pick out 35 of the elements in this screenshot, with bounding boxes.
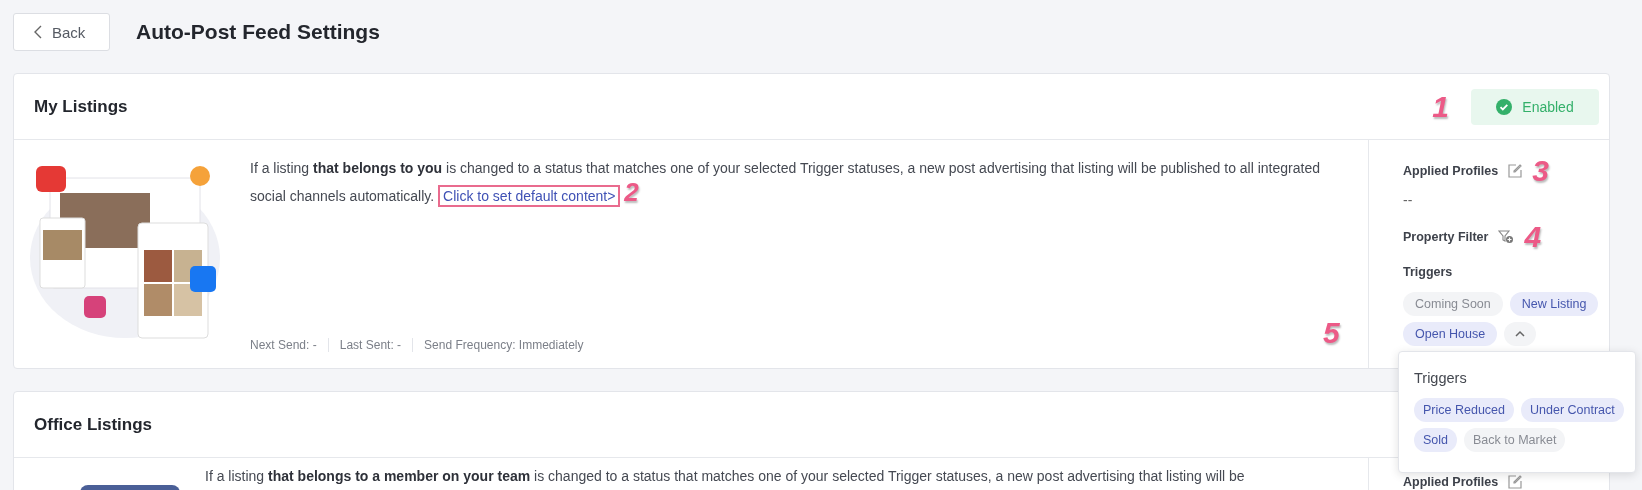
description-text: If a listing that belongs to a member on your team is changed to a status that matches one of your selected Trigger statuses, a new post advertising that listing will be [205,467,1246,486]
chevron-left-icon [34,25,42,39]
annotation-number: 4 [1524,222,1542,252]
collapse-button[interactable] [1504,322,1537,346]
applied-profiles-label: Applied Profiles [1403,475,1499,489]
popover-title: Triggers [1414,370,1468,386]
annotation-number: 2 [624,177,639,207]
applied-profiles-label: Applied Profiles [1403,164,1499,178]
trigger-chip[interactable]: Sold [1414,428,1458,452]
trigger-chip[interactable]: Price Reduced [1414,398,1514,422]
caret-icon [1514,330,1527,338]
send-stat: Send Frequency: Immediately [412,338,595,352]
check-circle-icon [1496,98,1513,115]
triggers-label: Triggers [1403,265,1453,279]
description-text: If a listing that belongs to you is changed to a status that matches one of your selected Trigger statuses, a new post advertising that listing will be published to all integrated social channels automatically. Click to set default content> 2 [250,159,1321,207]
edit-icon[interactable] [1508,164,1523,178]
trigger-chip[interactable]: Coming Soon [1403,292,1503,316]
trigger-chip[interactable]: Under Contract [1521,398,1624,422]
annotation-number: 5 [1323,318,1340,348]
annotation-number: 3 [1532,156,1549,186]
trigger-chip[interactable]: Back to Market [1464,428,1566,452]
back-button[interactable]: Back [13,13,110,51]
default-content-link[interactable]: Click to set default content> [438,185,621,207]
send-stat: Next Send: - [250,338,318,352]
send-stat: Last Sent: - [327,338,413,352]
section-title: My Listings [34,96,128,117]
applied-profiles-value: -- [1403,192,1414,208]
trigger-chip[interactable]: Open House [1403,322,1498,346]
edit-icon[interactable] [1508,475,1523,489]
annotation-number: 1 [1432,91,1449,122]
filter-add-icon[interactable] [1498,230,1515,244]
section-title: Office Listings [34,414,153,435]
page-title: Auto-Post Feed Settings [136,20,380,44]
property-filter-label: Property Filter [1403,230,1489,244]
trigger-chip[interactable]: New Listing [1509,292,1599,316]
